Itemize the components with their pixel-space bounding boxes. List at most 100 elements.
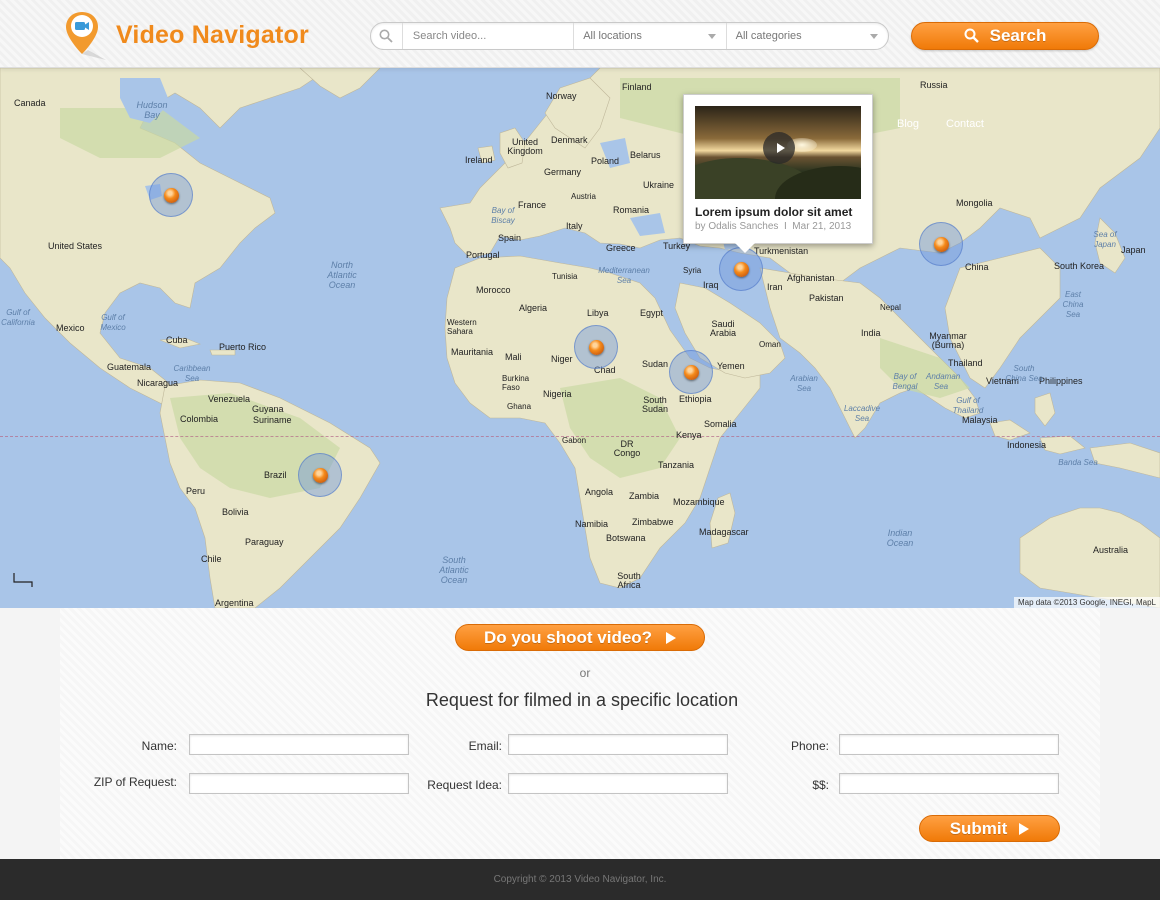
map-label: Poland xyxy=(591,156,620,166)
nav-link-contact[interactable]: Contact xyxy=(946,118,984,130)
map-label-sea: Mediterranean Sea xyxy=(598,266,650,285)
map-label: Finland xyxy=(622,82,652,92)
video-marker[interactable] xyxy=(149,173,193,217)
marker-pin-icon xyxy=(733,261,749,277)
map-label: Philippines xyxy=(1039,376,1083,386)
logo[interactable]: Video Navigator xyxy=(66,10,309,60)
or-divider: or xyxy=(579,666,591,680)
budget-label: $$: xyxy=(812,778,829,792)
chevron-down-icon xyxy=(870,34,878,39)
search-bar: All locations All categories xyxy=(370,22,889,50)
play-icon[interactable] xyxy=(763,132,795,164)
submit-button[interactable]: Submit xyxy=(919,815,1060,842)
request-idea-field[interactable] xyxy=(508,773,728,794)
location-pin-camera-icon xyxy=(66,10,110,60)
video-marker[interactable] xyxy=(669,350,713,394)
phone-field[interactable] xyxy=(839,734,1059,755)
map-label: Nepal xyxy=(880,303,901,312)
video-marker[interactable] xyxy=(298,453,342,497)
location-select-value: All locations xyxy=(583,30,642,42)
location-select[interactable]: All locations xyxy=(573,23,725,49)
map-label: Mali xyxy=(505,352,522,362)
map-label: Venezuela xyxy=(208,394,251,404)
map-label: Mexico xyxy=(56,323,85,333)
map-label: Gabon xyxy=(562,436,587,445)
map-label: Peru xyxy=(186,486,206,496)
video-marker[interactable] xyxy=(919,222,963,266)
search-button[interactable]: Search xyxy=(911,22,1099,50)
map-label: Morocco xyxy=(476,285,511,295)
map-label: Nigeria xyxy=(543,389,572,399)
map-label: Zambia xyxy=(629,491,660,501)
video-thumbnail[interactable] xyxy=(695,106,861,199)
map-label: Turkmenistan xyxy=(754,246,809,256)
meta-separator: I xyxy=(783,221,787,232)
name-field[interactable] xyxy=(189,734,409,755)
map-label: Ethiopia xyxy=(679,394,712,404)
map-label: Indonesia xyxy=(1007,440,1047,450)
popup-arrow xyxy=(734,242,756,253)
email-field[interactable] xyxy=(508,734,728,755)
map-label: Malaysia xyxy=(962,415,998,425)
map-label-sea: East China Sea xyxy=(1062,290,1084,319)
video-popup[interactable]: Lorem ipsum dolor sit amet by Odalis San… xyxy=(683,94,873,253)
map-label: Cuba xyxy=(166,335,188,345)
map-label: Iraq xyxy=(703,280,719,290)
search-icon[interactable] xyxy=(371,23,403,49)
request-title: Request for filmed in a specific locatio… xyxy=(425,690,739,710)
zip-field[interactable] xyxy=(189,773,409,794)
map-label: Mongolia xyxy=(956,198,993,208)
world-map[interactable]: Canada United States Mexico Cuba Puerto … xyxy=(0,68,1160,608)
request-idea-label: Request Idea: xyxy=(427,778,502,792)
map-label-sea: South Atlantic Ocean xyxy=(439,555,469,585)
map-label: Romania xyxy=(613,205,650,215)
map-label-sea: Banda Sea xyxy=(1058,458,1098,467)
copyright-text: Copyright © 2013 Video Navigator, Inc. xyxy=(493,874,667,885)
marker-pin-icon xyxy=(588,339,604,355)
category-select[interactable]: All categories xyxy=(725,23,888,49)
marker-pin-icon xyxy=(163,187,179,203)
map-label: South Korea xyxy=(1054,261,1105,271)
map-label: Puerto Rico xyxy=(219,342,267,352)
map-label: Zimbabwe xyxy=(632,517,674,527)
map-label-sea: North Atlantic Ocean xyxy=(327,260,357,290)
map-label: Brazil xyxy=(264,470,287,480)
video-title[interactable]: Lorem ipsum dolor sit amet xyxy=(695,205,861,219)
budget-field[interactable] xyxy=(839,773,1059,794)
footer: Copyright © 2013 Video Navigator, Inc. xyxy=(0,859,1160,900)
map-label: Italy xyxy=(566,221,583,231)
map-label: DR Congo xyxy=(613,439,641,458)
video-meta: by Odalis Sanches I Mar 21, 2013 xyxy=(695,221,861,232)
chevron-down-icon xyxy=(707,34,716,39)
video-marker[interactable] xyxy=(574,325,618,369)
map-label: Iran xyxy=(767,282,783,292)
brand-name: Video Navigator xyxy=(116,20,309,49)
map-label: Tunisia xyxy=(552,272,578,281)
map-label: Libya xyxy=(587,308,609,318)
map-label: South Sudan xyxy=(641,395,669,414)
map-label-sea: Indian Ocean xyxy=(886,528,914,548)
map-label: France xyxy=(518,200,547,210)
play-arrow-icon xyxy=(1019,822,1030,835)
shoot-video-button[interactable]: Do you shoot video? xyxy=(455,624,705,651)
map-label: Egypt xyxy=(640,308,664,318)
map-label: Mozambique xyxy=(673,497,725,507)
map-label-sea: Laccadive Sea xyxy=(843,404,881,423)
map-label: Somalia xyxy=(704,419,737,429)
map-label: Yemen xyxy=(717,361,745,371)
map-label: Guyana xyxy=(252,404,284,414)
map-label: Guatemala xyxy=(107,362,152,372)
search-input[interactable] xyxy=(402,23,574,49)
map-label: Madagascar xyxy=(699,527,749,537)
map-label: United Kingdom xyxy=(507,137,543,156)
nav-link-blog[interactable]: Blog xyxy=(897,118,919,130)
map-label: Bolivia xyxy=(222,507,249,517)
map-label: Colombia xyxy=(180,414,219,424)
name-label: Name: xyxy=(141,739,177,753)
map-label: Tanzania xyxy=(658,460,695,470)
map-label: United States xyxy=(48,241,103,251)
map-label: India xyxy=(861,328,881,338)
map-label: Burkina Faso xyxy=(502,374,530,392)
video-marker[interactable] xyxy=(719,247,763,291)
map-label-sea: Hudson Bay xyxy=(136,100,168,120)
